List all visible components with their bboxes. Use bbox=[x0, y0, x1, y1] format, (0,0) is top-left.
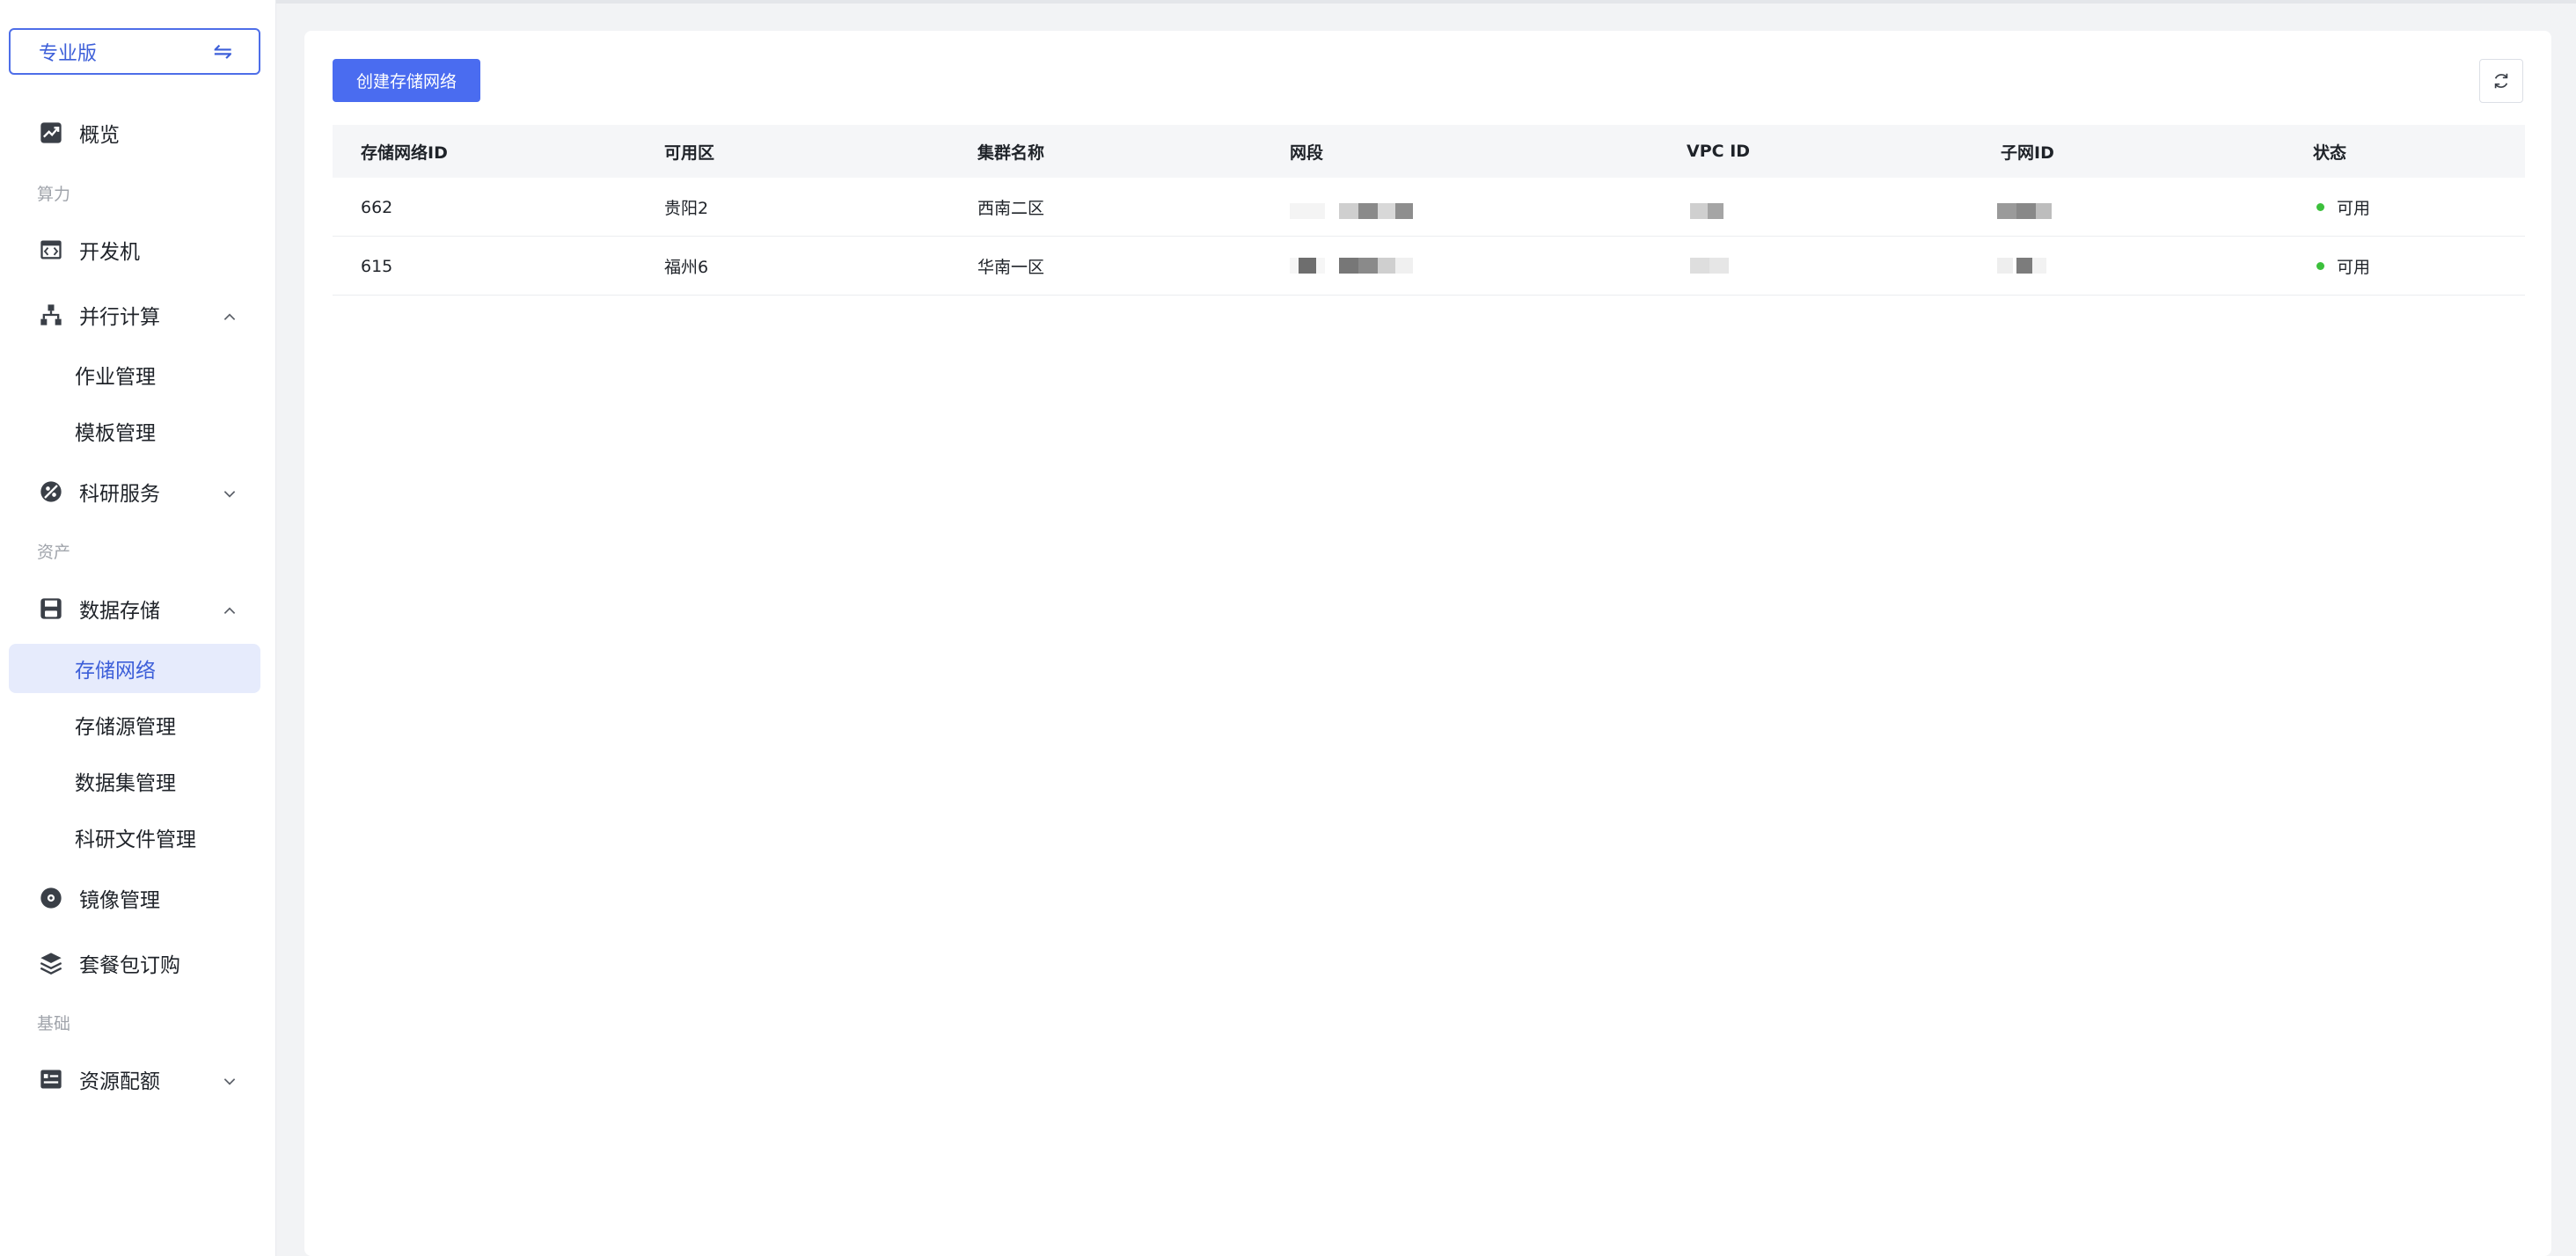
sidebar-item-storage[interactable]: 数据存储 bbox=[9, 584, 260, 633]
group-label-compute: 算力 bbox=[37, 185, 71, 204]
group-label-basic: 基础 bbox=[37, 1014, 71, 1033]
column-header-id: 存储网络ID bbox=[361, 142, 448, 163]
cell-zone: 福州6 bbox=[664, 258, 709, 277]
floppy-disk-icon bbox=[39, 596, 63, 621]
disc-icon bbox=[39, 886, 63, 910]
sidebar-item-images[interactable]: 镜像管理 bbox=[9, 873, 260, 923]
column-header-status: 状态 bbox=[2313, 142, 2347, 163]
create-storage-network-button[interactable]: 创建存储网络 bbox=[333, 59, 480, 102]
chart-icon bbox=[39, 120, 63, 145]
sidebar-item-storage-source[interactable]: 存储源管理 bbox=[9, 700, 260, 749]
column-header-cidr: 网段 bbox=[1290, 142, 1324, 163]
layers-icon bbox=[39, 951, 63, 975]
app: 专业版 ⇋ 概览 算力 开发机 并行计算 作业管理 模板管理 科研服务 资产 数… bbox=[0, 0, 2576, 1256]
chevron-up-icon bbox=[222, 601, 238, 617]
sidebar-item-overview[interactable]: 概览 bbox=[9, 108, 260, 157]
refresh-icon bbox=[2494, 73, 2508, 89]
chevron-down-icon bbox=[222, 484, 238, 500]
swap-icon: ⇋ bbox=[213, 38, 232, 65]
sidebar-item-devbox[interactable]: 开发机 bbox=[9, 225, 260, 274]
status-text: 可用 bbox=[2337, 258, 2371, 277]
content-card: 创建存储网络 存储网络ID 可用区 集群名称 网段 VPC ID 子网ID 状态… bbox=[304, 31, 2551, 1256]
sidebar-item-research-files[interactable]: 科研文件管理 bbox=[9, 813, 260, 862]
hierarchy-icon bbox=[39, 303, 63, 327]
sidebar: 专业版 ⇋ 概览 算力 开发机 并行计算 作业管理 模板管理 科研服务 资产 数… bbox=[0, 0, 276, 1256]
group-label-assets: 资产 bbox=[37, 543, 71, 562]
sidebar-item-label: 开发机 bbox=[79, 241, 140, 264]
cell-id: 615 bbox=[361, 256, 393, 276]
table-header: 存储网络ID 可用区 集群名称 网段 VPC ID 子网ID 状态 bbox=[333, 125, 2525, 178]
cell-status: 可用 bbox=[2316, 237, 2370, 296]
flask-icon bbox=[39, 479, 63, 504]
refresh-button[interactable] bbox=[2479, 59, 2523, 103]
storage-network-table: 存储网络ID 可用区 集群名称 网段 VPC ID 子网ID 状态 662 贵阳… bbox=[333, 125, 2525, 296]
status-text: 可用 bbox=[2337, 199, 2371, 218]
sidebar-item-jobs[interactable]: 作业管理 bbox=[9, 350, 260, 399]
sidebar-item-quota[interactable]: 资源配额 bbox=[9, 1055, 260, 1104]
code-window-icon bbox=[39, 237, 63, 262]
edition-switcher[interactable]: 专业版 ⇋ bbox=[9, 28, 260, 75]
sidebar-item-label: 科研服务 bbox=[79, 483, 160, 506]
edition-label: 专业版 bbox=[39, 42, 98, 65]
table-row[interactable]: 662 贵阳2 西南二区 可用 bbox=[333, 178, 2525, 237]
sidebar-item-package[interactable]: 套餐包订购 bbox=[9, 938, 260, 988]
chevron-down-icon bbox=[222, 1071, 238, 1087]
chevron-up-icon bbox=[222, 307, 238, 323]
sidebar-item-label: 数据存储 bbox=[79, 600, 160, 623]
column-header-cluster: 集群名称 bbox=[977, 142, 1045, 163]
sidebar-item-label: 套餐包订购 bbox=[79, 954, 180, 977]
quota-list-icon bbox=[39, 1067, 63, 1092]
top-bar bbox=[276, 0, 2576, 4]
cell-zone: 贵阳2 bbox=[664, 199, 709, 218]
sidebar-item-label: 概览 bbox=[79, 124, 120, 147]
cell-id: 662 bbox=[361, 197, 393, 217]
sidebar-item-parallel[interactable]: 并行计算 bbox=[9, 290, 260, 340]
sidebar-item-label: 资源配额 bbox=[79, 1070, 160, 1093]
sidebar-item-datasets[interactable]: 数据集管理 bbox=[9, 756, 260, 806]
column-header-vpc-id: VPC ID bbox=[1687, 142, 1751, 161]
sidebar-item-research[interactable]: 科研服务 bbox=[9, 467, 260, 516]
sidebar-item-label: 镜像管理 bbox=[79, 889, 160, 912]
cell-cluster: 西南二区 bbox=[977, 199, 1045, 218]
sidebar-item-label: 并行计算 bbox=[79, 306, 160, 329]
cell-cluster: 华南一区 bbox=[977, 258, 1045, 277]
status-dot bbox=[2316, 203, 2324, 211]
column-header-zone: 可用区 bbox=[664, 142, 715, 163]
cell-status: 可用 bbox=[2316, 178, 2370, 237]
status-dot bbox=[2316, 262, 2324, 270]
column-header-subnet-id: 子网ID bbox=[2001, 142, 2054, 163]
sidebar-item-templates[interactable]: 模板管理 bbox=[9, 406, 260, 456]
sidebar-item-storage-network[interactable]: 存储网络 bbox=[9, 644, 260, 693]
table-row[interactable]: 615 福州6 华南一区 可用 bbox=[333, 237, 2525, 296]
